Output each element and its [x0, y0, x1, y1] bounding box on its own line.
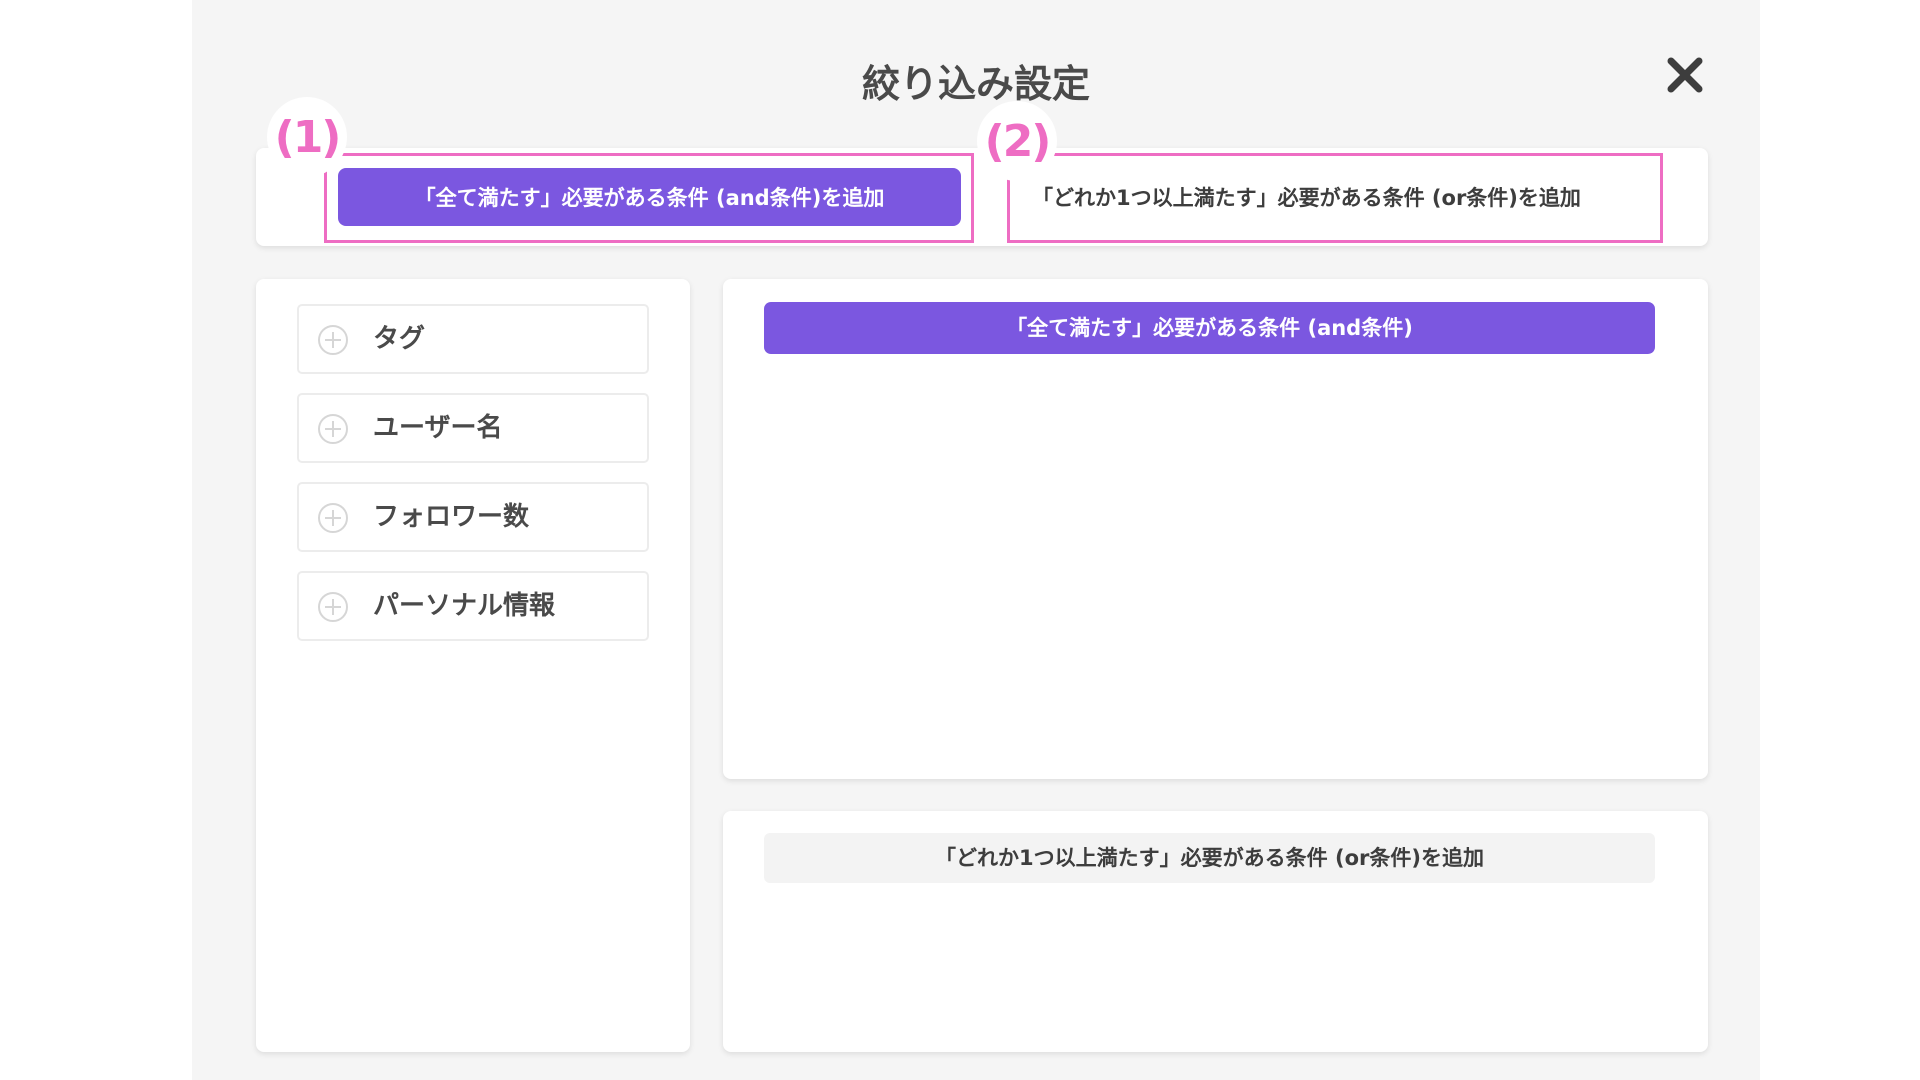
or-condition-add-button[interactable]: 「どれか1つ以上満たす」必要がある条件 (or条件)を追加: [764, 833, 1655, 883]
plus-circle-icon: [318, 414, 348, 444]
annotation-highlight-2: [1007, 153, 1663, 243]
filter-item-label: ユーザー名: [373, 413, 503, 443]
close-button[interactable]: [1662, 52, 1708, 98]
filter-item-username[interactable]: ユーザー名: [297, 393, 649, 463]
filter-item-label: パーソナル情報: [373, 591, 556, 621]
plus-circle-icon: [318, 503, 348, 533]
plus-circle-icon: [318, 592, 348, 622]
filter-item-tag[interactable]: タグ: [297, 304, 649, 374]
filter-settings-modal: 絞り込み設定 「全て満たす」必要がある条件 (and条件)を追加 「どれか1つ以…: [192, 0, 1760, 1080]
plus-circle-icon: [318, 325, 348, 355]
annotation-highlight-1: [324, 153, 974, 243]
and-condition-panel: [723, 279, 1708, 779]
close-icon: [1667, 57, 1703, 93]
annotation-callout-1: (1): [267, 97, 347, 177]
and-condition-header: 「全て満たす」必要がある条件 (and条件): [764, 302, 1655, 354]
filter-item-followers[interactable]: フォロワー数: [297, 482, 649, 552]
annotation-callout-2: (2): [977, 101, 1057, 181]
filter-item-personal-info[interactable]: パーソナル情報: [297, 571, 649, 641]
filter-item-label: フォロワー数: [373, 502, 530, 532]
modal-title: 絞り込み設定: [861, 62, 1090, 106]
filter-item-label: タグ: [373, 324, 426, 354]
